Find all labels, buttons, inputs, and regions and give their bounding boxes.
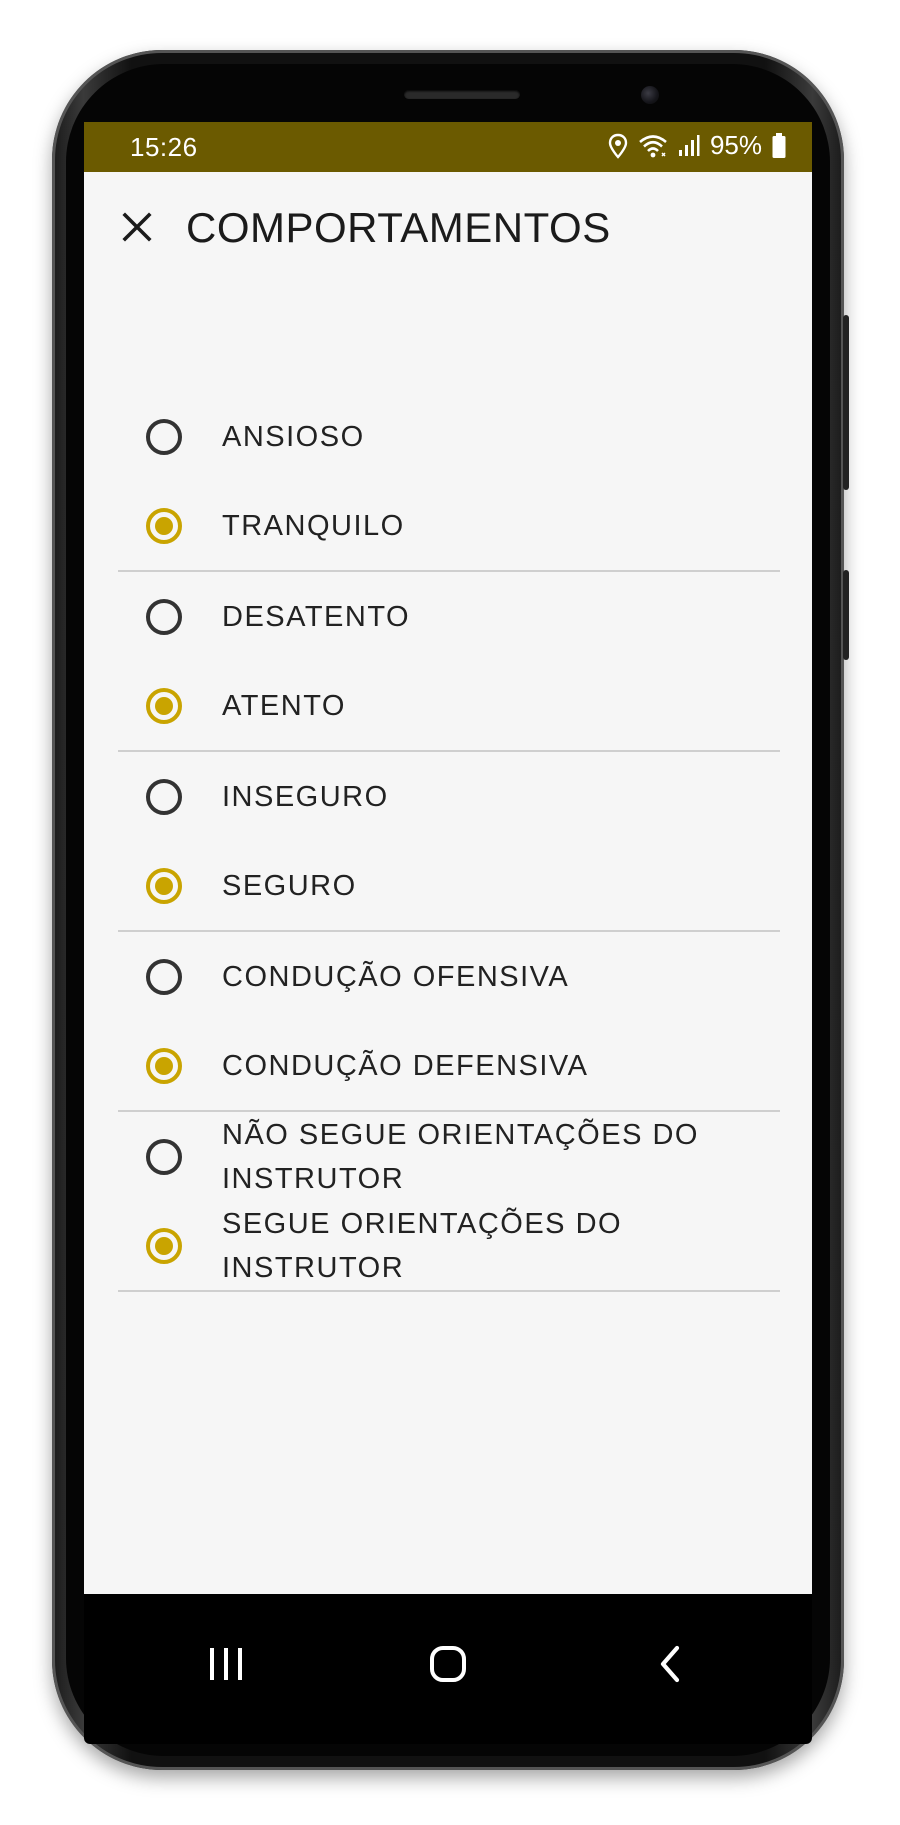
- option-label: ANSIOSO: [222, 420, 365, 453]
- radio-checked-icon[interactable]: [146, 507, 182, 544]
- option-atento[interactable]: ATENTO: [118, 661, 780, 750]
- option-label: SEGUE ORIENTAÇÕES DO INSTRUTOR: [222, 1207, 623, 1284]
- option-segue-orientacoes[interactable]: SEGUE ORIENTAÇÕES DO INSTRUTOR: [118, 1201, 780, 1290]
- option-inseguro[interactable]: INSEGURO: [118, 752, 780, 841]
- option-label: CONDUÇÃO OFENSIVA: [222, 960, 570, 993]
- option-label: CONDUÇÃO DEFENSIVA: [222, 1049, 589, 1082]
- option-group-anxiety: ANSIOSO TRANQUILO: [118, 392, 780, 572]
- back-icon: [660, 1645, 680, 1683]
- radio-unchecked-icon[interactable]: [146, 598, 182, 635]
- signal-icon: [678, 134, 700, 158]
- battery-icon: [772, 132, 786, 159]
- radio-unchecked-icon[interactable]: [146, 778, 182, 815]
- home-button[interactable]: [408, 1624, 488, 1704]
- option-nao-segue-orientacoes[interactable]: NÃO SEGUE ORIENTAÇÕES DO INSTRUTOR: [118, 1112, 780, 1201]
- option-desatento[interactable]: DESATENTO: [118, 572, 780, 661]
- radio-unchecked-icon[interactable]: [146, 958, 182, 995]
- recent-apps-button[interactable]: [186, 1624, 266, 1704]
- option-label: INSEGURO: [222, 780, 389, 813]
- option-tranquilo[interactable]: TRANQUILO: [118, 481, 780, 570]
- radio-unchecked-icon[interactable]: [146, 1138, 182, 1175]
- status-icons: 95%: [608, 130, 786, 161]
- option-label: DESATENTO: [222, 600, 411, 633]
- option-label: SEGURO: [222, 869, 357, 902]
- location-icon: [608, 133, 628, 159]
- home-icon: [430, 1646, 466, 1682]
- volume-button: [843, 315, 849, 490]
- option-group-attention: DESATENTO ATENTO: [118, 572, 780, 752]
- status-bar: 15:26 95%: [84, 122, 812, 172]
- app-bar: COMPORTAMENTOS: [84, 172, 812, 282]
- radio-checked-icon[interactable]: [146, 687, 182, 724]
- option-conducao-ofensiva[interactable]: CONDUÇÃO OFENSIVA: [118, 932, 780, 1021]
- status-time: 15:26: [130, 132, 198, 162]
- battery-percentage: 95%: [709, 130, 762, 160]
- wifi-icon: [638, 133, 668, 159]
- option-group-instructions: NÃO SEGUE ORIENTAÇÕES DO INSTRUTOR SEGUE…: [118, 1112, 780, 1292]
- behavior-options-list: ANSIOSO TRANQUILO DESATENTO ATENTO INSEG…: [84, 392, 812, 1292]
- radio-unchecked-icon[interactable]: [146, 418, 182, 455]
- option-group-driving: CONDUÇÃO OFENSIVA CONDUÇÃO DEFENSIVA: [118, 932, 780, 1112]
- close-button[interactable]: [112, 202, 162, 252]
- power-button: [843, 570, 849, 660]
- option-group-security: INSEGURO SEGURO: [118, 752, 780, 932]
- radio-checked-icon[interactable]: [146, 867, 182, 904]
- front-camera-icon: [641, 86, 659, 104]
- option-label: NÃO SEGUE ORIENTAÇÕES DO INSTRUTOR: [222, 1118, 699, 1195]
- option-seguro[interactable]: SEGURO: [118, 841, 780, 930]
- back-button[interactable]: [630, 1624, 710, 1704]
- option-label: TRANQUILO: [222, 509, 405, 542]
- option-label: ATENTO: [222, 689, 346, 722]
- screen: 15:26 95% COMPORTAMENTOS ANSIOSO TRANQUI…: [84, 122, 812, 1744]
- system-nav-bar: [84, 1594, 812, 1744]
- page-title: COMPORTAMENTOS: [186, 204, 611, 251]
- option-conducao-defensiva[interactable]: CONDUÇÃO DEFENSIVA: [118, 1021, 780, 1110]
- earpiece-speaker: [404, 90, 520, 99]
- radio-checked-icon[interactable]: [146, 1047, 182, 1084]
- page: 15:26 95% COMPORTAMENTOS ANSIOSO TRANQUI…: [0, 0, 900, 1825]
- recent-apps-icon: [210, 1648, 242, 1680]
- option-ansioso[interactable]: ANSIOSO: [118, 392, 780, 481]
- close-icon: [122, 212, 152, 242]
- radio-checked-icon[interactable]: [146, 1227, 182, 1264]
